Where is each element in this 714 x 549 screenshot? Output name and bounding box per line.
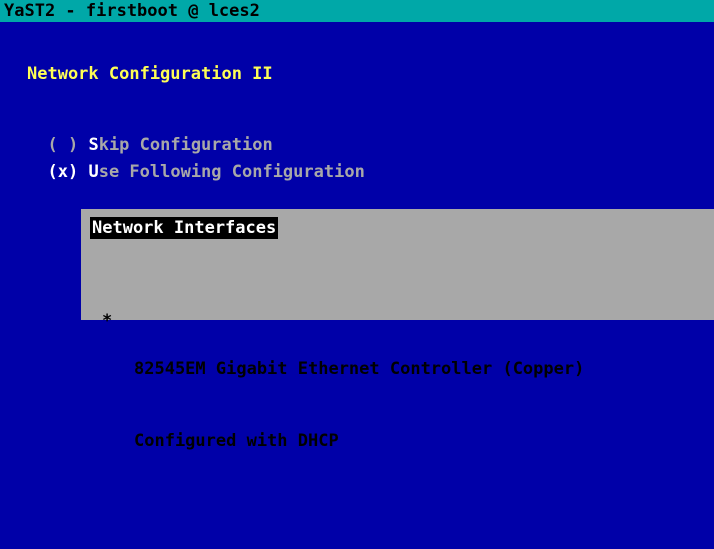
- interface-list[interactable]: * 82545EM Gigabit Ethernet Controller (C…: [102, 261, 584, 549]
- network-interfaces-frame: Network Interfaces * 82545EM Gigabit Eth…: [81, 209, 714, 451]
- interface-status: Configured with DHCP: [134, 431, 339, 451]
- radio-label: se Following Configuration: [98, 162, 365, 182]
- dialog-title: Network Configuration II: [27, 64, 273, 84]
- radio-hotkey: U: [88, 162, 99, 182]
- list-item[interactable]: * 82545EM Gigabit Ethernet Controller (C…: [102, 309, 584, 501]
- bullet-icon: *: [102, 311, 113, 331]
- radio-indicator: (x): [47, 162, 79, 182]
- network-interfaces-title: Network Interfaces: [90, 217, 279, 239]
- use-following-configuration-radio[interactable]: (x) Use Following Configuration: [27, 142, 365, 182]
- interface-name: 82545EM Gigabit Ethernet Controller (Cop…: [134, 359, 585, 379]
- window-title-bar: YaST2 - firstboot @ lces2: [0, 0, 714, 22]
